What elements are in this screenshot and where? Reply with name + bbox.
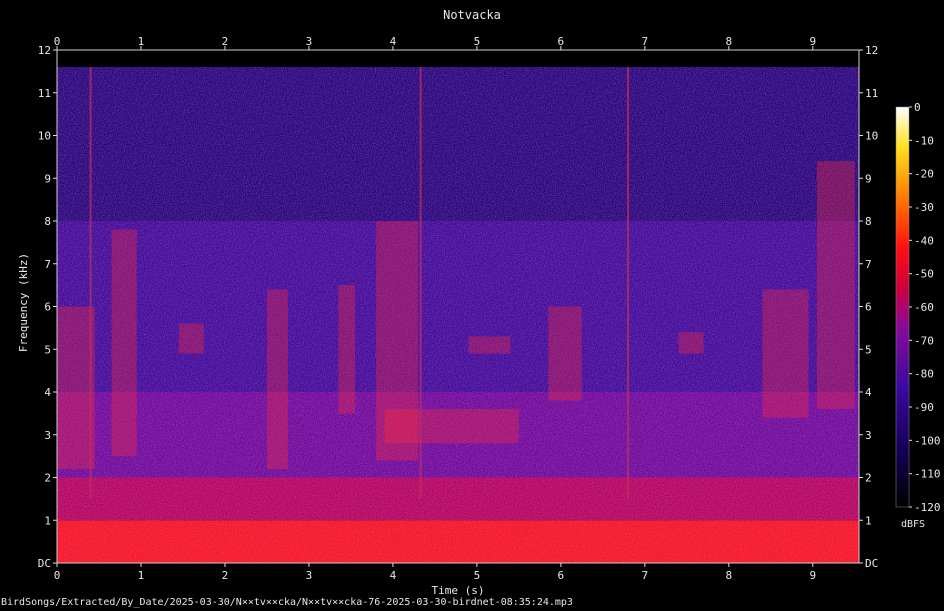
y-tick-label-left: 6 <box>44 301 51 314</box>
y-tick-label-right: 3 <box>865 429 872 442</box>
y-tick-label-right: 7 <box>865 258 872 271</box>
plot-area <box>57 50 859 563</box>
call-region <box>678 332 704 354</box>
call-region <box>266 289 288 469</box>
call-region <box>468 336 511 354</box>
x-tick-label-top: 5 <box>474 35 481 48</box>
y-tick-label-left: 7 <box>44 258 51 271</box>
y-tick-label-right: DC <box>865 557 878 570</box>
x-tick-label-top: 4 <box>390 35 397 48</box>
colorbar-tick-label: -30 <box>914 201 934 214</box>
colorbar-gradient <box>895 106 910 508</box>
colorbar-tick-label: -120 <box>914 501 941 514</box>
y-tick-label-left: 1 <box>44 514 51 527</box>
call-region <box>178 323 204 354</box>
x-tick-label-top: 7 <box>642 35 649 48</box>
colorbar-tick-label: -20 <box>914 168 934 181</box>
y-tick-label-left: 12 <box>38 44 51 57</box>
x-tick-label-bottom: 2 <box>222 569 229 582</box>
y-tick-label-left: 4 <box>44 386 51 399</box>
x-tick-label-top: 6 <box>558 35 565 48</box>
colorbar-tick-label: -90 <box>914 401 934 414</box>
noise-texture <box>57 67 859 563</box>
y-tick-label-right: 11 <box>865 87 878 100</box>
x-tick-label-top: 3 <box>306 35 313 48</box>
y-tick-label-right: 10 <box>865 130 878 143</box>
call-region <box>548 306 582 401</box>
y-tick-label-right: 2 <box>865 472 872 485</box>
colorbar-tick-label: -110 <box>914 468 941 481</box>
y-tick-label-left: 11 <box>38 87 51 100</box>
x-tick-label-top: 2 <box>222 35 229 48</box>
y-tick-label-left: 9 <box>44 172 51 185</box>
call-region <box>762 289 809 418</box>
x-tick-label-bottom: 7 <box>642 569 649 582</box>
x-tick-label-bottom: 9 <box>809 569 816 582</box>
x-tick-label-bottom: 1 <box>138 569 145 582</box>
call-region <box>111 229 137 457</box>
x-tick-label-bottom: 4 <box>390 569 397 582</box>
y-tick-label-right: 1 <box>865 514 872 527</box>
call-region <box>384 409 519 444</box>
colorbar-tick-label: -80 <box>914 368 934 381</box>
x-tick-label-top: 8 <box>726 35 733 48</box>
x-tick-label-bottom: 8 <box>726 569 733 582</box>
y-tick-label-left: 5 <box>44 343 51 356</box>
y-tick-label-right: 6 <box>865 301 872 314</box>
x-tick-label-bottom: 6 <box>558 569 565 582</box>
x-tick-label-top: 9 <box>809 35 816 48</box>
colorbar-tick-label: -70 <box>914 334 934 347</box>
call-region <box>817 161 855 410</box>
colorbar-tick-label: -10 <box>914 134 934 147</box>
y-tick-label-right: 5 <box>865 343 872 356</box>
colorbar-tick-label: -60 <box>914 301 934 314</box>
y-tick-label-left: 3 <box>44 429 51 442</box>
colorbar-tick-label: 0 <box>914 101 921 114</box>
y-tick-label-right: 4 <box>865 386 872 399</box>
colorbar-tick-label: -50 <box>914 268 934 281</box>
y-tick-label-left: 2 <box>44 472 51 485</box>
x-tick-label-top: 1 <box>138 35 145 48</box>
y-tick-label-right: 9 <box>865 172 872 185</box>
call-region <box>338 285 356 414</box>
y-tick-label-left: 8 <box>44 215 51 228</box>
x-tick-label-bottom: 0 <box>54 569 61 582</box>
colorbar: 0 -10 -20 -30 -40 -50 -60 -70 -80 -90 -100 -110 -120 <box>895 101 941 514</box>
y-tick-label-left: 10 <box>38 130 51 143</box>
colorbar-tick-label: -40 <box>914 234 934 247</box>
x-tick-label-top: 0 <box>54 35 61 48</box>
y-tick-label-right: 12 <box>865 44 878 57</box>
x-tick-label-bottom: 5 <box>474 569 481 582</box>
spectrogram-chart: 00112233445566778899DC DC1 12 23 34 45 56 67 78 8… <box>38 35 941 582</box>
colorbar-tick-label: -100 <box>914 434 941 447</box>
call-region <box>57 306 95 469</box>
x-tick-label-bottom: 3 <box>306 569 313 582</box>
y-tick-label-right: 8 <box>865 215 872 228</box>
y-tick-label-left: DC <box>38 557 51 570</box>
